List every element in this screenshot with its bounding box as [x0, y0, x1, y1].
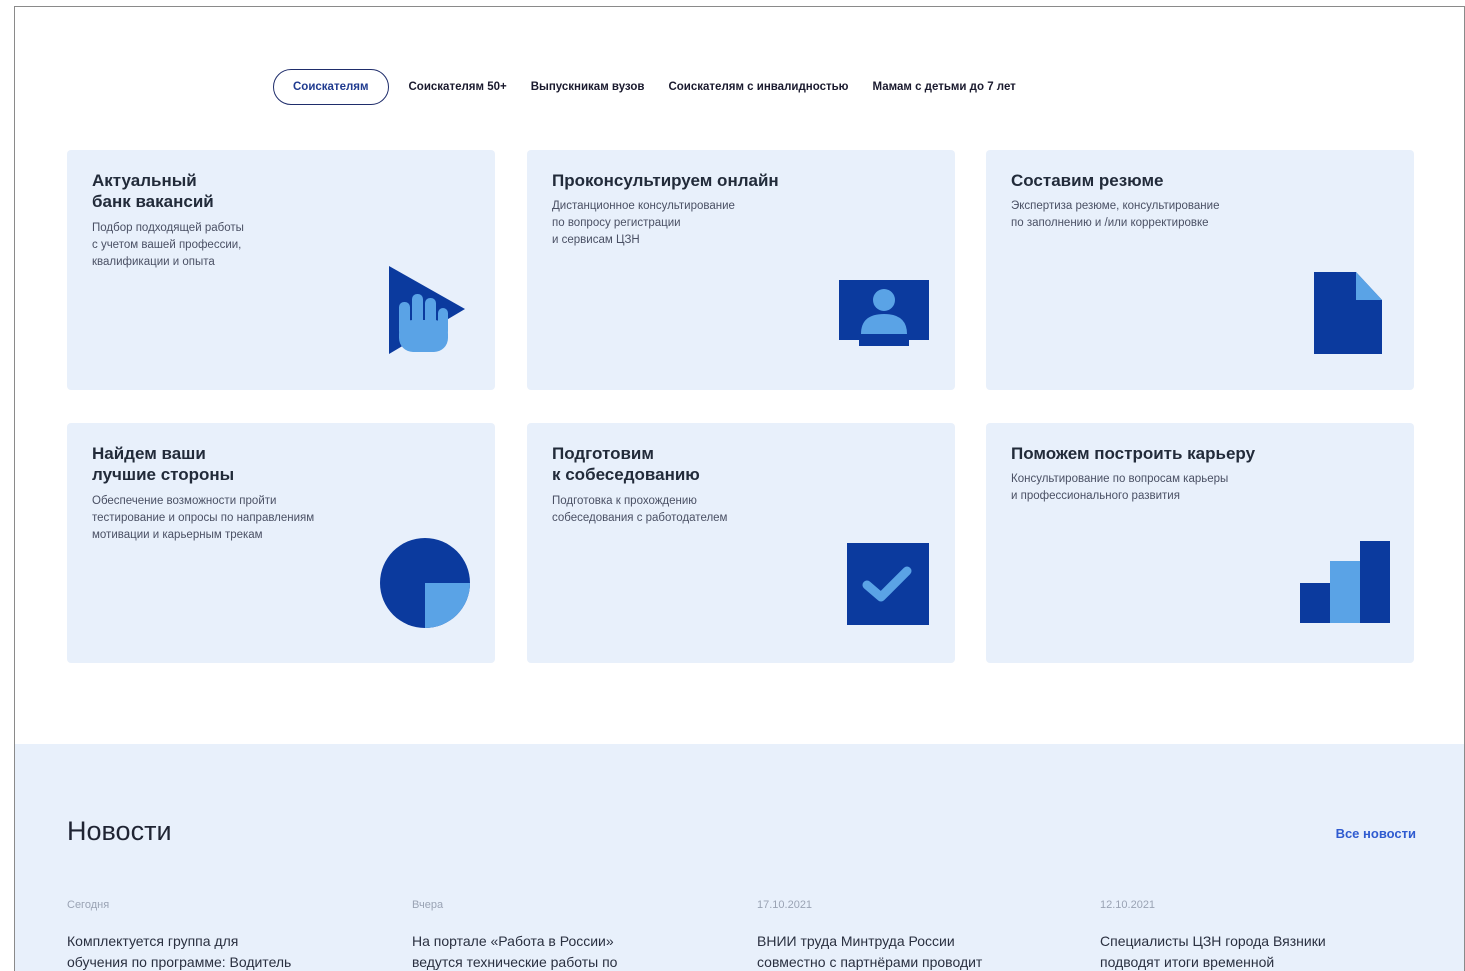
- tab-job-seekers-50plus[interactable]: Соискателям 50+: [409, 81, 507, 93]
- document-icon: [1314, 272, 1382, 354]
- audience-tabs: Соискателям Соискателям 50+ Выпускникам …: [273, 69, 1040, 105]
- card-title: Найдем ваши лучшие стороны: [92, 444, 235, 484]
- news-text: ВНИИ труда Минтруда России совместно с п…: [757, 933, 983, 970]
- card-title: Составим резюме: [1011, 171, 1164, 190]
- card-description: Экспертиза резюме, консультирование по з…: [1011, 200, 1220, 229]
- card-strengths[interactable]: Найдем ваши лучшие стороны Обеспечение в…: [67, 423, 495, 663]
- card-title: Подготовим к собеседованию: [552, 444, 700, 484]
- card-title: Проконсультируем онлайн: [552, 171, 779, 190]
- all-news-link[interactable]: Все новости: [1336, 826, 1416, 841]
- card-description: Обеспечение возможности пройти тестирова…: [92, 495, 315, 541]
- news-date: Вчера: [412, 899, 444, 911]
- checkbox-icon: [847, 543, 929, 625]
- news-item[interactable]: Сегодня Комплектуется группа для обучени…: [67, 899, 387, 971]
- bar-chart-icon: [1300, 541, 1390, 623]
- news-date: 12.10.2021: [1100, 899, 1156, 911]
- card-description: Дистанционное консультирование по вопрос…: [552, 200, 735, 246]
- card-description: Подбор подходящей работы с учетом вашей …: [92, 222, 244, 268]
- card-career[interactable]: Поможем построить карьеру Консультирован…: [986, 423, 1414, 663]
- news-item[interactable]: 17.10.2021 ВНИИ труда Минтруда России со…: [757, 899, 1077, 971]
- news-item[interactable]: Вчера На портале «Работа в России» ведут…: [412, 899, 732, 971]
- news-section: Новости Все новости Сегодня Комплектуетс…: [15, 744, 1464, 971]
- news-item[interactable]: 12.10.2021 Специалисты ЦЗН города Вязник…: [1100, 899, 1420, 971]
- page-frame: Соискателям Соискателям 50+ Выпускникам …: [14, 6, 1465, 971]
- news-text: Специалисты ЦЗН города Вязники подводят …: [1100, 933, 1326, 970]
- news-date: 17.10.2021: [757, 899, 813, 911]
- card-interview[interactable]: Подготовим к собеседованию Подготовка к …: [527, 423, 955, 663]
- pie-chart-icon: [380, 538, 470, 628]
- tab-mothers[interactable]: Мамам с детьми до 7 лет: [873, 81, 1016, 93]
- card-title: Поможем построить карьеру: [1011, 444, 1256, 463]
- card-online-consult[interactable]: Проконсультируем онлайн Дистанционное ко…: [527, 150, 955, 390]
- card-title: Актуальный банк вакансий: [92, 171, 214, 211]
- news-date: Сегодня: [67, 899, 110, 911]
- tab-graduates[interactable]: Выпускникам вузов: [531, 81, 645, 93]
- tab-disabled-seekers[interactable]: Соискателям с инвалидностью: [668, 81, 848, 93]
- news-heading: Новости: [67, 816, 172, 846]
- tab-job-seekers[interactable]: Соискателям: [273, 69, 389, 105]
- news-text: На портале «Работа в России» ведутся тех…: [412, 933, 618, 970]
- card-resume[interactable]: Составим резюме Экспертиза резюме, консу…: [986, 150, 1414, 390]
- card-description: Подготовка к прохождению собеседования с…: [552, 495, 728, 524]
- card-vacancy-bank[interactable]: Актуальный банк вакансий Подбор подходящ…: [67, 150, 495, 390]
- play-hand-icon: [389, 266, 465, 354]
- online-consultant-icon: [839, 280, 929, 346]
- card-description: Консультирование по вопросам карьеры и п…: [1011, 473, 1229, 502]
- news-text: Комплектуется группа для обучения по про…: [67, 933, 292, 970]
